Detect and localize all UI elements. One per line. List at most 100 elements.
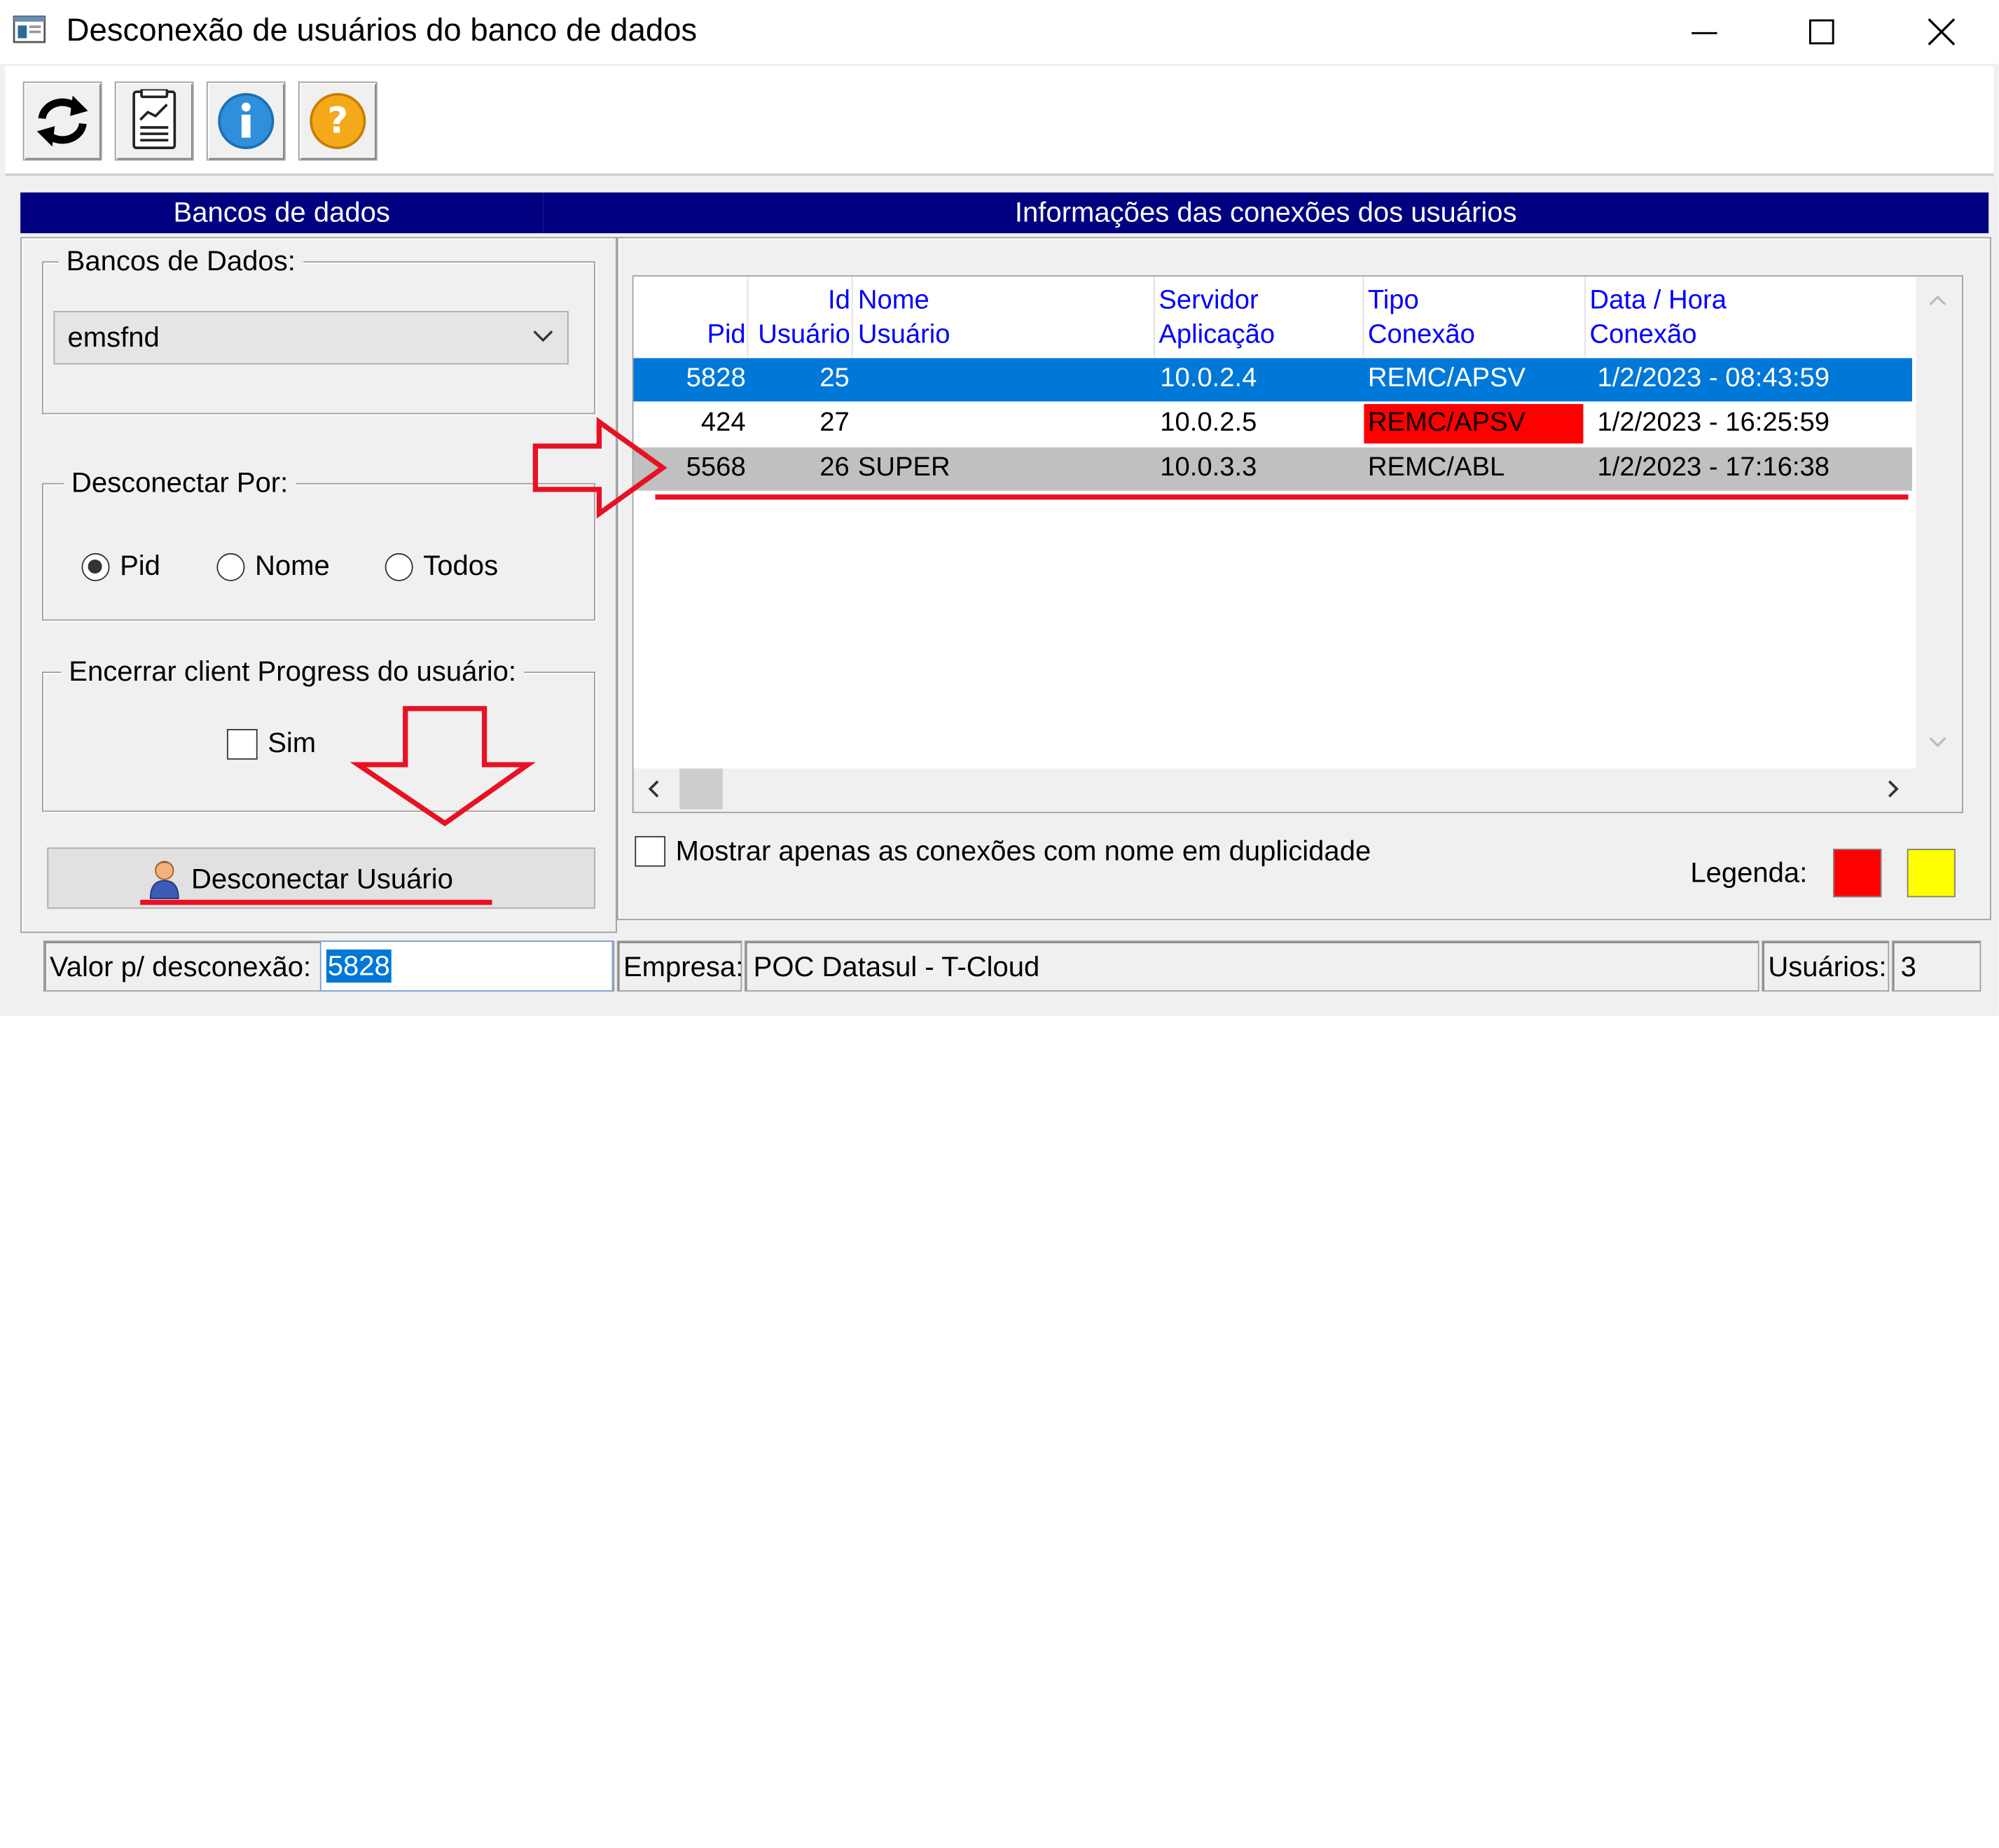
horizontal-scroll-thumb[interactable] [679,768,723,810]
company-value: POC Datasul - T-Cloud [753,950,1040,983]
cell-id: 26 [819,452,850,482]
company-label: Empresa: [623,950,744,983]
close-client-group: Encerrar client Progress do usuário: Sim [42,655,595,812]
report-chart-icon [132,89,177,149]
chevron-down-icon [533,331,553,342]
legend-yellow-swatch [1907,849,1956,898]
radio-pid-label: Pid [120,549,160,581]
disconnect-value: 5828 [326,949,392,983]
col-header-server[interactable]: Servidor Aplicação [1158,283,1275,352]
close-button[interactable] [1884,0,1999,64]
cell-server: 10.0.2.5 [1160,408,1257,438]
col-header-datetime-line2: Conexão [1589,319,1697,349]
disconnect-user-button[interactable]: Desconectar Usuário [47,847,595,909]
col-header-name-line1: Nome [857,285,929,315]
info-button[interactable] [206,81,286,161]
table-row[interactable]: 5568 26 SUPER 10.0.3.3 REMC/ABL 1/2/2023… [633,447,1912,491]
maximize-button[interactable] [1764,0,1879,64]
col-header-pid[interactable]: Pid [659,283,746,352]
col-header-type[interactable]: Tipo Conexão [1368,283,1475,352]
help-icon: ? [310,92,366,149]
value-label: Valor p/ desconexão: [49,950,312,983]
cell-type: REMC/ABL [1367,452,1505,482]
horizontal-scrollbar[interactable] [633,768,1916,810]
refresh-icon [36,95,88,147]
col-separator [1154,276,1155,357]
status-company-label-section: Empresa: [616,940,744,992]
cell-name: SUPER [857,452,950,482]
col-header-type-line2: Conexão [1367,319,1475,349]
chevron-up-icon [1929,295,1946,306]
col-header-server-line1: Servidor [1158,285,1259,315]
title-bar: Desconexão de usuários do banco de dados [0,0,1999,64]
col-header-type-line1: Tipo [1367,285,1419,315]
svg-text:?: ? [328,100,349,141]
radio-nome[interactable] [216,553,245,581]
cell-pid: 5828 [686,363,746,393]
cell-datetime: 1/2/2023 - 08:43:59 [1597,363,1829,393]
legend-label: Legenda: [1690,856,1808,889]
close-icon [1928,18,1956,46]
radio-selected-dot [88,559,102,574]
cell-id: 27 [819,408,850,438]
col-separator [1584,276,1586,357]
databases-group: Bancos de Dados: emsfnd [42,244,595,415]
cell-server: 10.0.2.4 [1160,363,1257,393]
col-header-server-line2: Aplicação [1158,319,1275,349]
minimize-button[interactable] [1647,0,1762,64]
close-client-checkbox[interactable] [226,729,258,760]
duplicates-checkbox[interactable] [635,835,666,867]
connections-header: Informações das conexões dos usuários [543,192,1989,234]
window-title: Desconexão de usuários do banco de dados [66,13,698,49]
col-header-name-line2: Usuário [857,319,950,349]
app-window-icon [13,15,46,43]
databases-label: Bancos de Dados: [58,244,303,278]
close-client-label: Encerrar client Progress do usuário: [61,655,524,688]
duplicates-checkbox-label: Mostrar apenas as conexões com nome em d… [675,835,1371,867]
cell-server: 10.0.3.3 [1160,452,1257,482]
close-client-checkbox-label: Sim [268,726,317,758]
report-button[interactable] [114,81,194,161]
chevron-right-icon [1888,780,1899,798]
col-header-pid-line2: Pid [707,319,746,349]
status-value-section: Valor p/ desconexão: 5828 [43,940,615,992]
minimize-icon [1692,32,1717,34]
col-header-name[interactable]: Nome Usuário [858,283,950,352]
disconnect-user-label: Desconectar Usuário [191,863,453,895]
col-header-datetime-line1: Data / Hora [1589,285,1727,315]
status-users-label-section: Usuários: [1762,940,1890,992]
radio-todos[interactable] [385,553,413,581]
cell-pid: 5568 [686,452,746,482]
database-select-value: emsfnd [67,321,160,354]
users-label: Usuários: [1768,950,1887,983]
disconnect-by-label: Desconectar Por: [64,466,296,500]
col-header-datetime[interactable]: Data / Hora Conexão [1590,283,1727,352]
chevron-left-icon [648,780,659,798]
disconnect-value-input[interactable]: 5828 [319,940,614,992]
col-separator [851,276,853,357]
table-row[interactable]: 424 27 10.0.2.5 REMC/APSV 1/2/2023 - 16:… [633,403,1912,446]
legend-red-swatch [1833,849,1882,898]
vertical-scrollbar[interactable] [1916,276,1960,769]
table-row[interactable]: 5828 25 10.0.2.4 REMC/APSV 1/2/2023 - 08… [633,358,1912,402]
status-users-section: 3 [1891,940,1981,992]
cell-id: 25 [819,363,850,393]
cell-pid: 424 [700,408,746,438]
col-header-id[interactable]: Id Usuário [748,283,850,352]
help-button[interactable]: ? [298,81,378,161]
refresh-button[interactable] [22,81,102,161]
radio-nome-label: Nome [255,549,330,581]
database-select[interactable]: emsfnd [53,311,569,365]
cell-type: REMC/APSV [1367,363,1526,393]
col-separator [1362,276,1364,357]
status-company-section: POC Datasul - T-Cloud [744,940,1759,992]
col-header-id-line2: Usuário [758,319,850,349]
scroll-corner [1916,768,1960,810]
radio-pid[interactable] [81,553,110,581]
radio-todos-label: Todos [423,549,499,581]
connections-list[interactable]: Pid Id Usuário Nome Usuário Servidor Apl… [633,276,1916,769]
databases-header: Bancos de dados [20,192,544,234]
col-header-id-line1: Id [828,285,850,315]
col-separator [747,276,749,357]
users-count: 3 [1900,950,1916,983]
